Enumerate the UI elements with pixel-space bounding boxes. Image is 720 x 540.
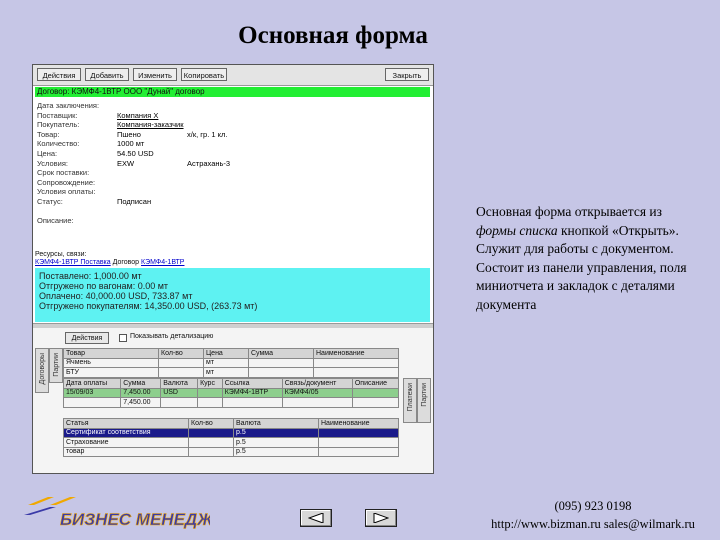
field-row: Статус: Подписан — [37, 197, 427, 207]
field-value[interactable]: Компания-заказчик — [117, 120, 184, 130]
report-line: Поставлено: 1,000.00 мт — [39, 271, 142, 281]
actions-button[interactable]: Действия — [37, 68, 81, 81]
page-title: Основная форма — [238, 22, 428, 49]
table-row[interactable]: Ячмень мт — [63, 357, 399, 368]
payments-table: Дата оплаты Сумма Валюта Курс Ссылка Связь/до… — [62, 378, 400, 408]
table-row[interactable]: Сертификат соответствия р.5 — [63, 427, 399, 438]
description-text: Основная форма открывается из формы спис… — [476, 204, 687, 312]
company-logo: БИЗНЕС МЕНЕДЖЕР — [20, 491, 237, 535]
field-value: Пшено — [117, 129, 141, 139]
prev-slide-button[interactable] — [300, 509, 332, 527]
field-label: Покупатель: — [37, 120, 80, 130]
goods-table: Товар Кол-во Цена Сумма Наименование Ячмень м… — [63, 348, 399, 378]
table-row[interactable]: товар р.5 — [63, 446, 399, 457]
field-row: Условия оплаты: — [37, 187, 427, 197]
field-value: Подписан — [117, 196, 152, 206]
field-value[interactable]: Компания X — [117, 111, 158, 121]
field-row: Цена: 54.50 USD — [37, 149, 427, 159]
table-header-row: Статья Кол-во Валюта Наименование — [63, 418, 399, 429]
grid-actions-button[interactable]: Действия — [65, 332, 109, 344]
document-header-bar: Договор: КЭМФ4-1ВТР ООО "Дунай" договор — [35, 87, 430, 97]
related-label: Ресурсы, связи: — [35, 251, 87, 258]
field-label: Цена: — [37, 148, 58, 158]
form-toolbar: Действия Добавить Изменить Копировать За… — [33, 65, 433, 86]
field-label: Статус: — [37, 196, 63, 206]
related-link-1[interactable]: КЭМФ4-1ВТР Поставка — [35, 259, 111, 266]
document-fields: Дата заключения: Поставщик: Компания X Поку… — [37, 101, 427, 226]
field-value: 1000 мт — [117, 139, 145, 149]
field-label: Условия оплаты: — [37, 187, 96, 197]
table-total-row: 7,450.00 — [62, 397, 400, 408]
table-header-row: Дата оплаты Сумма Валюта Курс Ссылка Связь/до… — [62, 378, 400, 389]
contact-info: (095) 923 0198 http://www.bizman.ru sale… — [466, 497, 720, 533]
table-row[interactable]: 15/09/03 7,450.00 USD КЭМФ4-1ВТР КЭМФ4/05 — [62, 387, 400, 398]
table-row[interactable]: Страхование р.5 — [63, 437, 399, 448]
field-row: Количество: 1000 мт — [37, 139, 427, 149]
field-label: Дата заключения: — [37, 101, 100, 110]
field-row: Срок поставки: — [37, 168, 427, 178]
show-details-checkbox[interactable] — [119, 334, 127, 342]
close-button[interactable]: Закрыть — [385, 68, 429, 81]
field-value-extra: Астрахань-3 — [187, 158, 231, 168]
field-value-extra: х/к, гр. 1 кл. — [187, 129, 228, 139]
edit-button[interactable]: Изменить — [133, 68, 177, 81]
field-row: Поставщик: Компания X — [37, 111, 427, 121]
show-details-label: Показывать детализацию — [130, 333, 214, 340]
related-text: Договор — [112, 259, 140, 266]
report-line: Оплачено: 40,000.00 USD, 733.87 мт — [39, 291, 193, 301]
field-label: Количество: — [37, 139, 80, 149]
related-link-2[interactable]: КЭМФ4-1ВТР — [141, 259, 184, 266]
field-value: EXW — [117, 158, 135, 168]
main-form-screenshot: Действия Добавить Изменить Копировать За… — [32, 64, 434, 474]
items-table: Статья Кол-во Валюта Наименование Сертифика… — [63, 418, 399, 457]
field-row: Товар: Пшено х/к, гр. 1 кл. — [37, 130, 427, 140]
tab-lots[interactable]: Партии — [49, 348, 63, 383]
field-row — [37, 207, 427, 217]
field-label: Товар: — [37, 129, 60, 139]
field-label: Условия: — [37, 158, 68, 168]
copy-button[interactable]: Копировать — [181, 68, 227, 81]
details-panel: Договоры Партии Платежи Партии Действия … — [33, 328, 433, 473]
tab-payments[interactable]: Платежи — [403, 378, 417, 423]
field-label: Поставщик: — [37, 110, 78, 120]
add-button[interactable]: Добавить — [85, 68, 129, 81]
left-triangle-icon — [308, 513, 324, 523]
field-row: Дата заключения: — [37, 101, 427, 111]
field-row: Условия: EXW Астрахань-3 — [37, 159, 427, 169]
field-row: Покупатель: Компания-заказчик — [37, 120, 427, 130]
tab-contracts[interactable]: Договоры — [35, 348, 49, 393]
logo-wordmark: БИЗНЕС МЕНЕДЖЕР — [60, 510, 210, 529]
right-triangle-icon — [373, 513, 389, 523]
contact-web: http://www.bizman.ru sales@wilmark.ru — [491, 517, 695, 531]
field-row: Сопровождение: — [37, 178, 427, 188]
field-value: 54.50 USD — [117, 148, 154, 158]
report-line: Отгружено по вагонам: 0.00 мт — [39, 281, 169, 291]
field-row: Описание: — [37, 216, 427, 226]
table-header-row: Товар Кол-во Цена Сумма Наименование — [63, 348, 399, 359]
tab-lots-right[interactable]: Партии — [417, 378, 431, 423]
related-links: Ресурсы, связи: КЭМФ4-1ВТР Поставка Дого… — [35, 251, 184, 267]
table-row[interactable]: БТУ мт — [63, 367, 399, 378]
field-label: Срок поставки: — [37, 168, 90, 178]
field-label: Сопровождение: — [37, 177, 96, 187]
report-line: Отгружено покупателям: 14,350.00 USD, (2… — [39, 301, 258, 311]
field-label: Описание: — [37, 216, 74, 226]
mini-report: Поставлено: 1,000.00 мт Отгружено по ваг… — [35, 268, 430, 322]
next-slide-button[interactable] — [365, 509, 397, 527]
contact-phone: (095) 923 0198 — [554, 499, 632, 513]
